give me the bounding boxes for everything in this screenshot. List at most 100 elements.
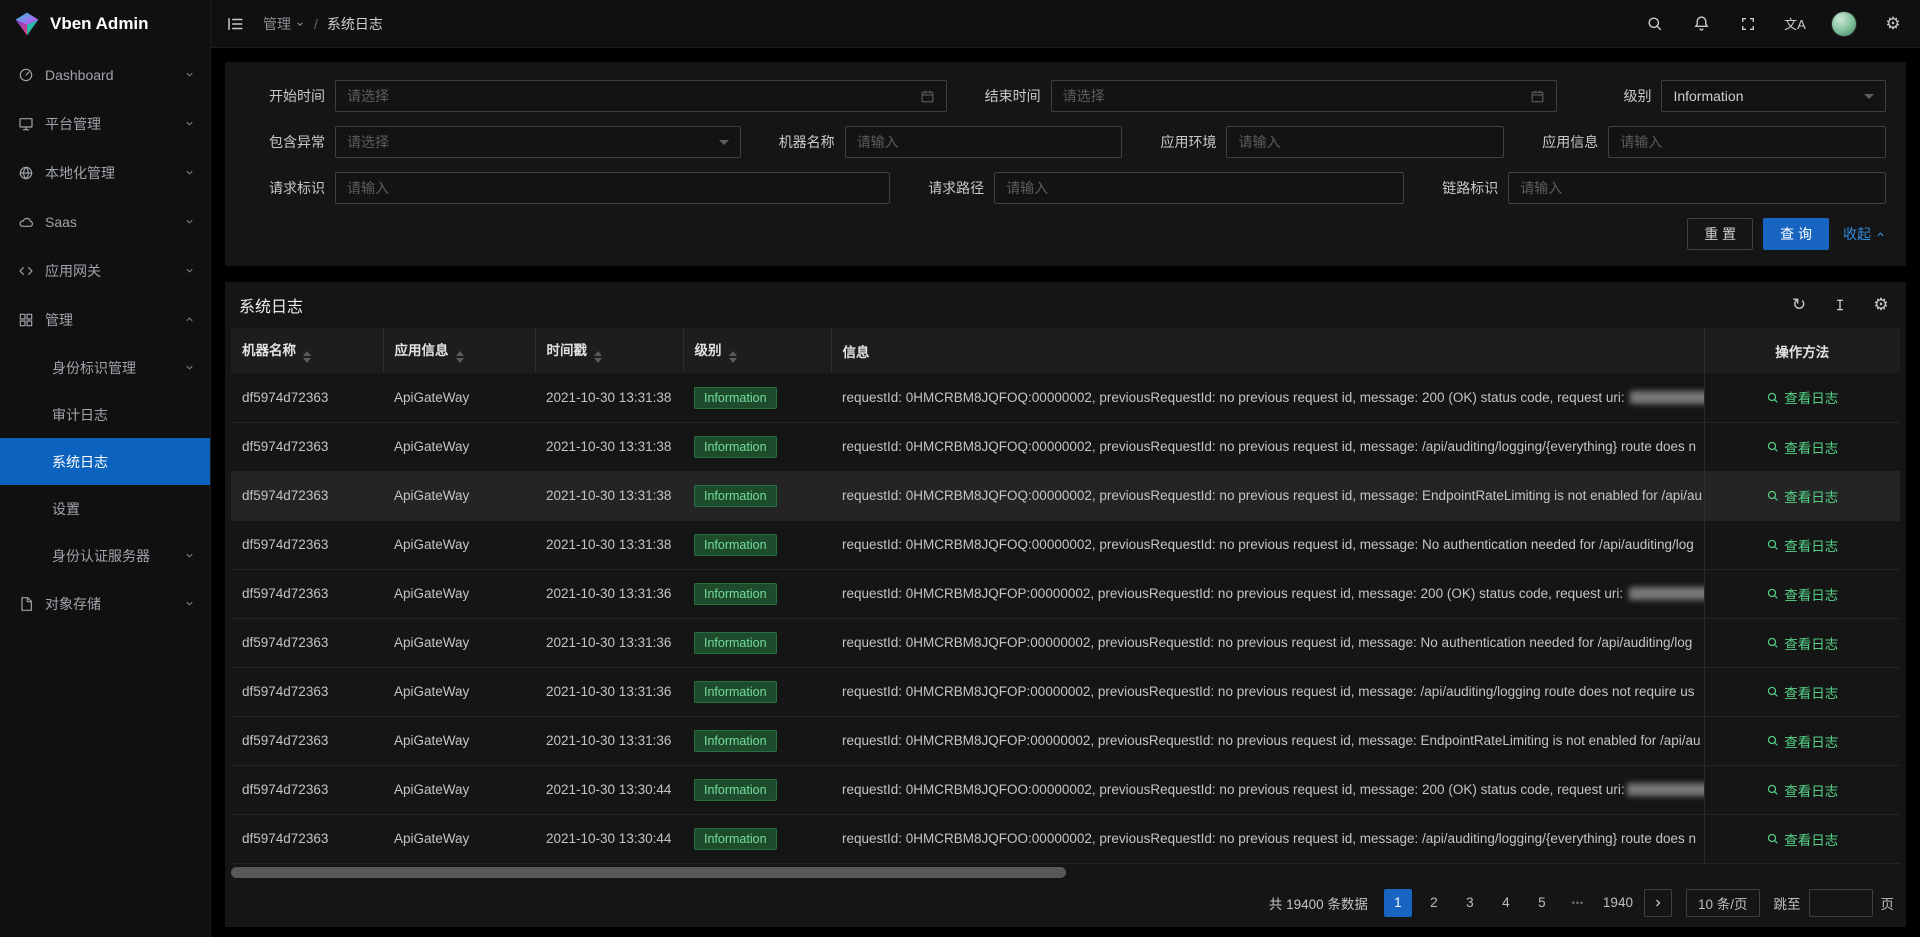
sidebar-item-object-storage[interactable]: 对象存储 [0,579,210,628]
breadcrumb-parent[interactable]: 管理 [263,14,305,34]
column-settings-gear-icon[interactable]: ⚙ [1870,293,1892,317]
column-header-level[interactable]: 级别 [683,328,831,373]
pagination-page-5[interactable]: 5 [1528,889,1556,917]
sort-icon[interactable] [303,351,311,363]
request-path-box[interactable] [994,172,1404,204]
column-label: 机器名称 [242,343,296,358]
sidebar-item-platform[interactable]: 平台管理 [0,99,210,148]
column-header-app-info[interactable]: 应用信息 [383,328,535,373]
reset-button[interactable]: 重 置 [1687,218,1753,250]
search-icon[interactable] [1643,12,1665,36]
view-log-button[interactable]: 查看日志 [1766,437,1838,457]
request-path-input[interactable] [1006,180,1392,196]
app-env-input[interactable] [1238,134,1492,150]
jump-page-input[interactable] [1809,889,1873,917]
request-id-input[interactable] [347,180,878,196]
sidebar-item-dashboard[interactable]: Dashboard [0,50,210,99]
sidebar-item-manage[interactable]: 管理 [0,295,210,344]
sidebar-item-audit-logs[interactable]: 审计日志 [0,391,210,438]
app-info-box[interactable] [1608,126,1886,158]
machine-name-input[interactable] [857,134,1111,150]
table-toolbar-icons: ↻ ⚙ [1788,293,1892,317]
pagination-page-4[interactable]: 4 [1492,889,1520,917]
cell-actions: 查看日志 [1704,765,1900,814]
sidebar-item-identity[interactable]: 身份标识管理 [0,344,210,391]
sidebar-item-label: Dashboard [45,67,173,83]
machine-name-box[interactable] [845,126,1123,158]
trace-id-input[interactable] [1520,180,1874,196]
sidebar-item-auth-server[interactable]: 身份认证服务器 [0,532,210,579]
refresh-icon[interactable]: ↻ [1788,293,1810,317]
filter-actions: 重 置 查 询 收起 [245,218,1886,250]
sort-icon[interactable] [456,351,464,363]
notification-bell-icon[interactable] [1690,12,1712,36]
view-log-button[interactable]: 查看日志 [1766,682,1838,702]
collapse-link[interactable]: 收起 [1843,224,1886,244]
end-time-input[interactable] [1063,88,1525,104]
pagination-page-3[interactable]: 3 [1456,889,1484,917]
level-badge: Information [694,632,777,654]
sidebar-item-system-logs[interactable]: 系统日志 [0,438,210,485]
page-size-select[interactable]: 10 条/页 [1686,889,1760,917]
sidebar-item-settings[interactable]: 设置 [0,485,210,532]
sort-icon[interactable] [594,351,602,363]
view-log-button[interactable]: 查看日志 [1766,633,1838,653]
pagination-ellipsis[interactable]: ••• [1564,889,1592,917]
cell-machine-name: df5974d72363 [231,471,383,520]
sidebar-fold-icon[interactable] [211,0,259,48]
trace-id-box[interactable] [1508,172,1886,204]
has-exception-select[interactable]: 请选择 [335,126,741,158]
request-id-box[interactable] [335,172,890,204]
view-log-button[interactable]: 查看日志 [1766,486,1838,506]
machine-name-label: 机器名称 [755,132,835,152]
scrollbar-thumb[interactable] [231,867,1066,878]
fullscreen-icon[interactable] [1737,12,1759,36]
app-info-input[interactable] [1620,134,1874,150]
next-page-button[interactable] [1644,889,1672,917]
view-log-button[interactable]: 查看日志 [1766,780,1838,800]
sidebar-item-localization[interactable]: 本地化管理 [0,148,210,197]
view-log-label: 查看日志 [1784,584,1838,604]
view-log-button[interactable]: 查看日志 [1766,584,1838,604]
table-row: df5974d72363ApiGateWay2021-10-30 13:31:3… [231,618,1900,667]
level-select[interactable]: Information [1661,80,1886,112]
logo[interactable]: Vben Admin [0,0,210,48]
view-log-button[interactable]: 查看日志 [1766,387,1838,407]
sort-icon[interactable] [729,351,737,363]
app-root: Vben Admin Dashboard平台管理本地化管理Saas应用网关管理身… [0,0,1920,937]
app-env-box[interactable] [1226,126,1504,158]
view-log-button[interactable]: 查看日志 [1766,731,1838,751]
magnifier-icon [1766,734,1779,747]
sidebar-item-label: 身份认证服务器 [52,546,173,566]
view-log-button[interactable]: 查看日志 [1766,829,1838,849]
sidebar-item-gateway[interactable]: 应用网关 [0,246,210,295]
level-badge: Information [694,436,777,458]
cell-actions: 查看日志 [1704,422,1900,471]
sidebar-item-saas[interactable]: Saas [0,197,210,246]
view-log-button[interactable]: 查看日志 [1766,535,1838,555]
sidebar-item-label: Saas [45,214,173,230]
pagination-page-1[interactable]: 1 [1384,889,1412,917]
start-time-picker[interactable] [335,80,947,112]
column-label: 应用信息 [395,343,449,358]
filter-end-time: 结束时间 [961,80,1558,112]
row-height-icon[interactable] [1829,293,1851,317]
chevron-down-icon [184,598,195,609]
cell-timestamp: 2021-10-30 13:31:38 [535,422,683,471]
column-header-timestamp[interactable]: 时间戳 [535,328,683,373]
localization-icon [17,164,34,181]
settings-gear-icon[interactable]: ⚙ [1882,12,1904,36]
query-button[interactable]: 查 询 [1763,218,1829,250]
cell-app-info: ApiGateWay [383,520,535,569]
table-toolbar: 系统日志 ↻ ⚙ [231,282,1900,328]
translate-icon[interactable]: 文A [1784,12,1806,36]
pagination-page-2[interactable]: 2 [1420,889,1448,917]
column-header-machine-name[interactable]: 机器名称 [231,328,383,373]
chevron-right-icon [1652,897,1664,909]
level-badge: Information [694,583,777,605]
chevron-down-icon [295,19,305,29]
start-time-input[interactable] [347,88,914,104]
end-time-picker[interactable] [1051,80,1558,112]
pagination-page-1940[interactable]: 1940 [1600,889,1636,917]
user-avatar[interactable] [1831,11,1857,37]
